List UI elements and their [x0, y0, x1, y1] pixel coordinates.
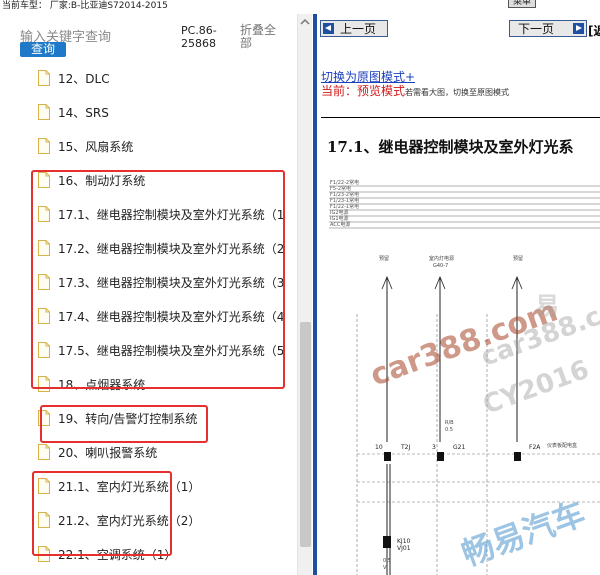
watermark-text: 易: [535, 292, 559, 320]
legend-label: F1/23-2常电: [330, 191, 359, 198]
wiring-diagram: F1/22-2常电 F5-2常电 F1/23-2常电 F1/23-1常电 F1/…: [329, 179, 600, 575]
wire-voltage-label: V: [383, 565, 387, 571]
column-label: 预留: [379, 255, 389, 262]
scroll-up-icon[interactable]: [300, 17, 310, 27]
tree-item-fan[interactable]: 15、风扇系统: [38, 135, 133, 157]
legend-label: F1/22-2常电: [330, 179, 359, 186]
wire-color-label: R/B: [445, 420, 454, 426]
return-link[interactable]: [返: [588, 22, 600, 39]
column-label: 室内灯电源: [429, 255, 454, 262]
pc-label: PC.86-25868: [181, 24, 217, 50]
junction-box-label: 仪表板配电盒: [547, 442, 577, 449]
legend-label: ACC电源: [330, 221, 350, 228]
column-label: 预留: [513, 255, 523, 262]
connector-label: T2J: [400, 444, 410, 451]
document-icon: [38, 444, 50, 460]
search-button[interactable]: 查询: [20, 42, 66, 57]
section-title: 17.1、继电器控制模块及室外灯光系: [327, 138, 574, 156]
document-icon: [38, 138, 50, 154]
arrow-right-icon: [573, 23, 584, 34]
divider: [321, 117, 600, 118]
tree-item-srs[interactable]: 14、SRS: [38, 101, 109, 123]
tree-item-horn[interactable]: 20、喇叭报警系统: [38, 441, 157, 463]
next-page-button[interactable]: 下一页: [509, 20, 587, 37]
connector-pin-label: G40-7: [433, 263, 448, 269]
current-model-text: 当前车型： 厂家:B-比亚迪S72014-2015: [2, 1, 168, 11]
connector-label: KJ10: [397, 538, 411, 545]
sidebar: 输入关键字查询 查询 PC.86-25868 折叠全部 12、DLC 14、SR…: [0, 14, 312, 575]
collapse-all-button[interactable]: 折叠全部: [240, 24, 284, 50]
connector-label: 3: [432, 444, 436, 451]
page-nav: 上一页 下一页 [返: [317, 20, 600, 39]
document-viewer: 上一页 下一页 [返 切换为原图模式+ 当前：预览模式若需看大图，切换至原图模式…: [313, 14, 600, 575]
prev-page-button[interactable]: 上一页: [320, 20, 388, 37]
document-icon: [38, 70, 50, 86]
legend-label: IG2电源: [330, 209, 349, 216]
watermark-text: 畅易汽车: [457, 494, 590, 573]
connector-label: VJ01: [397, 545, 411, 552]
document-icon: [38, 104, 50, 120]
highlight-box-interior: [32, 471, 172, 556]
tree-item-dlc[interactable]: 12、DLC: [38, 67, 110, 89]
top-status-bar: 当前车型： 厂家:B-比亚迪S72014-2015 菜单: [0, 0, 600, 14]
legend-label: F1/23-1常电: [330, 197, 359, 204]
menu-button[interactable]: 菜单: [508, 0, 537, 8]
app-window: 当前车型： 厂家:B-比亚迪S72014-2015 菜单 输入关键字查询 查询 …: [0, 0, 600, 575]
connector-label: 10: [375, 444, 383, 451]
highlight-box-brake-relay: [31, 170, 285, 389]
highlight-box-turn-signal: [40, 405, 208, 443]
sidebar-scrollbar[interactable]: [297, 14, 312, 575]
legend-label: IG1电源: [330, 215, 349, 222]
current-mode-line: 当前：预览模式若需看大图，切换至原图模式: [321, 84, 510, 98]
connector-label: F2A: [529, 444, 541, 451]
connector-label: G21: [453, 444, 465, 451]
wire-size-label: 0.5: [445, 427, 453, 433]
arrow-left-icon: [323, 23, 334, 34]
scrollbar-thumb[interactable]: [300, 322, 311, 547]
legend-label: F1/22-1常电: [330, 203, 359, 210]
legend-label: F5-2常电: [330, 185, 351, 192]
